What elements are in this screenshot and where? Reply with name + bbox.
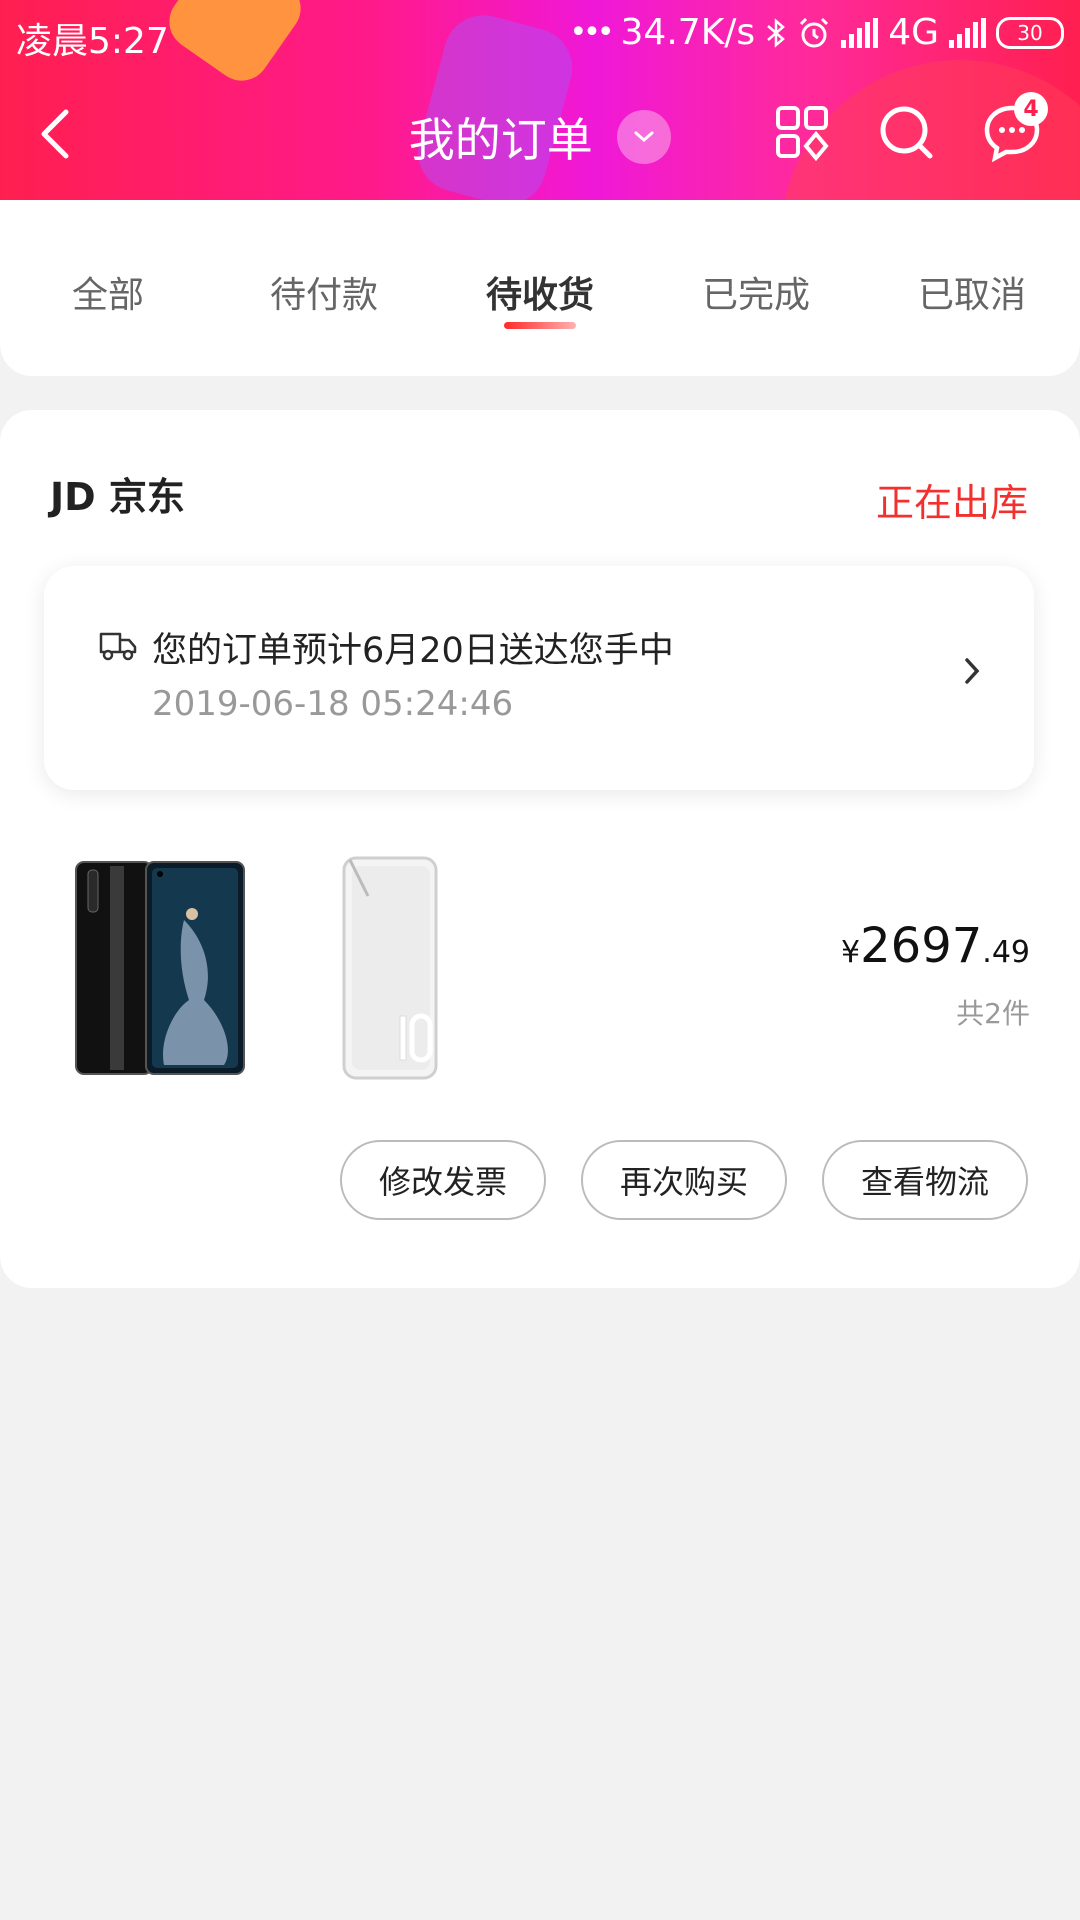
price-decimal: .49 — [982, 935, 1030, 970]
truck-icon — [99, 632, 137, 661]
active-tab-indicator — [504, 322, 576, 329]
signal-icon — [841, 17, 879, 48]
bluetooth-icon — [767, 17, 786, 48]
product-image-phone[interactable] — [74, 860, 246, 1076]
chevron-down-icon — [617, 110, 672, 164]
product-list[interactable]: ¥2697.49 共2件 — [0, 840, 1080, 1080]
order-status: 正在出库 — [875, 481, 1028, 525]
status-bar: 凌晨5:27 ••• 34.7K/s 4G 30 — [0, 0, 1080, 70]
delivery-message: 您的订单预计6月20日送达您手中 — [152, 631, 674, 671]
tab-completed[interactable]: 已完成 — [648, 266, 864, 318]
dots-icon: ••• — [569, 15, 614, 50]
status-indicators: ••• 34.7K/s 4G 30 — [569, 12, 1064, 53]
buy-again-button[interactable]: 再次购买 — [581, 1140, 787, 1220]
delivery-info[interactable]: 您的订单预计6月20日送达您手中 2019-06-18 05:24:46 — [44, 566, 1034, 790]
category-grid-icon[interactable] — [772, 102, 832, 162]
status-time: 凌晨5:27 — [16, 21, 169, 62]
tab-pending-receipt[interactable]: 待收货 — [432, 266, 648, 318]
network-type: 4G — [888, 12, 939, 53]
price-integer: 2697 — [860, 918, 983, 974]
view-logistics-button[interactable]: 查看物流 — [822, 1140, 1028, 1220]
product-image-powerbank[interactable] — [340, 856, 440, 1080]
nav-bar: 我的订单 4 — [0, 82, 1080, 182]
battery-level: 30 — [1017, 20, 1043, 45]
order-tabs: 全部 待付款 待收货 已完成 已取消 — [0, 200, 1080, 376]
order-card[interactable]: JD 京东 正在出库 您的订单预计6月20日送达您手中 2019-06-18 0… — [0, 410, 1080, 1288]
tab-cancelled[interactable]: 已取消 — [864, 266, 1080, 318]
message-button[interactable]: 4 — [982, 92, 1048, 163]
delivery-time: 2019-06-18 05:24:46 — [152, 684, 514, 724]
order-price: ¥2697.49 — [841, 918, 1030, 974]
alarm-icon — [800, 17, 829, 47]
page-title: 我的订单 — [408, 113, 593, 167]
message-badge: 4 — [1014, 92, 1048, 126]
search-icon[interactable] — [876, 102, 936, 162]
price-currency: ¥ — [841, 935, 861, 970]
tab-pending-payment[interactable]: 待付款 — [216, 266, 432, 318]
battery-icon: 30 — [996, 16, 1064, 49]
shop-name[interactable]: JD 京东 — [50, 466, 185, 521]
signal-icon — [949, 17, 986, 48]
tab-all[interactable]: 全部 — [0, 266, 216, 318]
chevron-right-icon — [965, 658, 980, 684]
net-speed: 34.7K/s — [620, 12, 756, 53]
item-count: 共2件 — [956, 997, 1030, 1030]
modify-invoice-button[interactable]: 修改发票 — [340, 1140, 546, 1220]
header: 凌晨5:27 ••• 34.7K/s 4G 30 我的订单 4 — [0, 0, 1080, 200]
